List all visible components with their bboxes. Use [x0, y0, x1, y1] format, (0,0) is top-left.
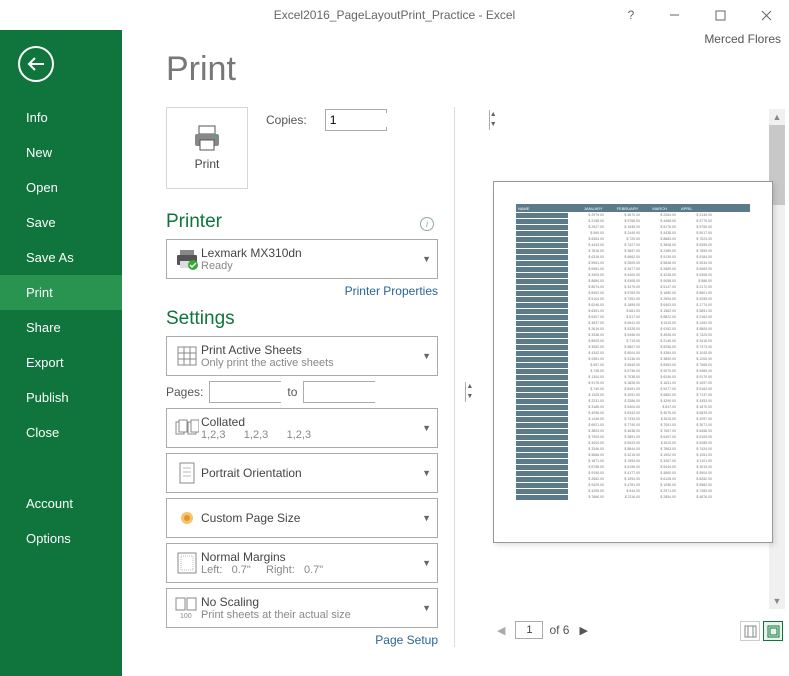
- pages-to-input[interactable]: [304, 382, 465, 402]
- nav-new[interactable]: New: [0, 135, 122, 170]
- nav-share[interactable]: Share: [0, 310, 122, 345]
- printer-icon: [173, 248, 201, 270]
- nav-info[interactable]: Info: [0, 100, 122, 135]
- nav-close[interactable]: Close: [0, 415, 122, 450]
- maximize-button[interactable]: [697, 0, 743, 30]
- copies-label: Copies:: [266, 113, 307, 127]
- orientation-dropdown[interactable]: Portrait Orientation ▼: [166, 453, 438, 493]
- title-bar: Excel2016_PageLayoutPrint_Practice - Exc…: [0, 0, 789, 30]
- page-setup-link[interactable]: Page Setup: [166, 633, 438, 647]
- close-button[interactable]: [743, 0, 789, 30]
- collation-dropdown[interactable]: Collated1,2,3 1,2,3 1,2,3 ▼: [166, 408, 438, 448]
- nav-account[interactable]: Account: [0, 486, 122, 521]
- chevron-down-icon: ▼: [422, 254, 431, 264]
- printer-name: Lexmark MX310dn: [201, 246, 417, 260]
- printer-status: Ready: [201, 260, 417, 272]
- page-title: Print: [166, 50, 789, 89]
- scaling-dropdown[interactable]: 100 No ScalingPrint sheets at their actu…: [166, 588, 438, 628]
- page-total: of 6: [549, 623, 569, 637]
- nav-save[interactable]: Save: [0, 205, 122, 240]
- printer-properties-link[interactable]: Printer Properties: [166, 284, 438, 298]
- nav-save-as[interactable]: Save As: [0, 240, 122, 275]
- print-what-dropdown[interactable]: Print Active SheetsOnly print the active…: [166, 336, 438, 376]
- show-margins-button[interactable]: [740, 621, 760, 641]
- sheets-icon: [173, 345, 201, 367]
- help-button[interactable]: ?: [611, 0, 651, 30]
- scroll-down[interactable]: ▼: [769, 593, 785, 609]
- settings-heading: Settings: [166, 308, 438, 330]
- chevron-down-icon: ▼: [422, 513, 431, 523]
- printer-info-icon[interactable]: i: [420, 217, 434, 231]
- current-page[interactable]: 1: [515, 621, 543, 639]
- prev-page-button[interactable]: ◀: [493, 624, 509, 637]
- backstage-sidebar: InfoNewOpenSaveSave AsPrintShareExportPu…: [0, 30, 122, 676]
- margins-dropdown[interactable]: Normal MarginsLeft: 0.7" Right: 0.7" ▼: [166, 543, 438, 583]
- nav-publish[interactable]: Publish: [0, 380, 122, 415]
- nav-options[interactable]: Options: [0, 521, 122, 556]
- pages-to-label: to: [287, 385, 297, 399]
- print-icon: [192, 125, 222, 151]
- print-preview-pane: ▲ ▼ NAMEJANUARYFEBRUARYMARCHAPRIL $ 2979…: [454, 107, 785, 647]
- chevron-down-icon: ▼: [422, 558, 431, 568]
- nav-export[interactable]: Export: [0, 345, 122, 380]
- printer-heading: Printer: [166, 211, 438, 233]
- print-button-label: Print: [195, 157, 220, 171]
- preview-page: NAMEJANUARYFEBRUARYMARCHAPRIL $ 2979.00$…: [493, 181, 773, 543]
- chevron-down-icon: ▼: [422, 603, 431, 613]
- nav-print[interactable]: Print: [0, 275, 122, 310]
- printer-dropdown[interactable]: Lexmark MX310dnReady ▼: [166, 239, 438, 279]
- portrait-icon: [173, 462, 201, 484]
- window-title: Excel2016_PageLayoutPrint_Practice - Exc…: [274, 8, 515, 22]
- chevron-down-icon: ▼: [422, 423, 431, 433]
- collate-icon: [173, 418, 201, 438]
- next-page-button[interactable]: ▶: [575, 624, 591, 637]
- zoom-to-page-button[interactable]: [763, 621, 783, 641]
- svg-text:100: 100: [180, 613, 192, 619]
- minimize-button[interactable]: [651, 0, 697, 30]
- chevron-down-icon: ▼: [422, 468, 431, 478]
- pagesize-icon: [173, 508, 201, 528]
- nav-open[interactable]: Open: [0, 170, 122, 205]
- print-button[interactable]: Print: [166, 107, 248, 189]
- scaling-icon: 100: [173, 597, 201, 619]
- pagesize-dropdown[interactable]: Custom Page Size ▼: [166, 498, 438, 538]
- pages-label: Pages:: [166, 385, 203, 399]
- margins-icon: [173, 552, 201, 574]
- chevron-down-icon: ▼: [422, 351, 431, 361]
- back-button[interactable]: [18, 46, 54, 82]
- scroll-up[interactable]: ▲: [769, 109, 785, 125]
